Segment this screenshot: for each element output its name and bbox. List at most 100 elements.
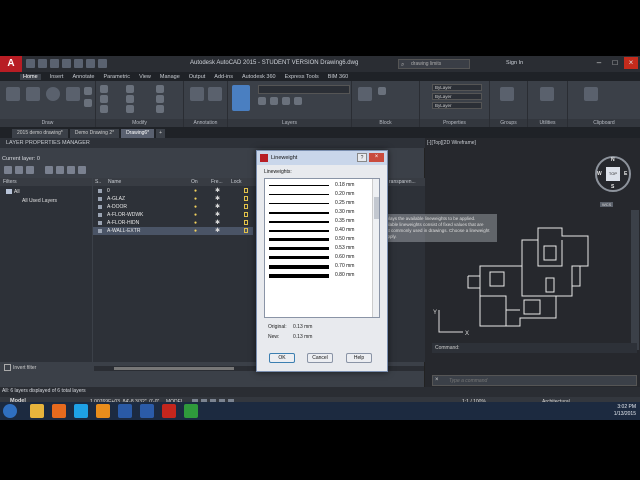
layer-properties-icon[interactable]: [232, 85, 250, 111]
lineweight-option[interactable]: 0.18 mm: [265, 181, 373, 190]
tab-add-ins[interactable]: Add-ins: [214, 74, 233, 80]
layer-states-icon[interactable]: [26, 166, 34, 174]
tab-home[interactable]: Home: [20, 73, 41, 80]
lineweight-option[interactable]: 0.25 mm: [265, 199, 373, 208]
tab-parametric[interactable]: Parametric: [103, 74, 130, 80]
tab-insert[interactable]: Insert: [50, 74, 64, 80]
filter-all[interactable]: All: [6, 189, 20, 195]
circle-icon[interactable]: [46, 87, 60, 101]
saveas-icon[interactable]: [62, 59, 71, 68]
layer-freeze-icon[interactable]: [282, 97, 290, 105]
lightbulb-icon[interactable]: ●: [194, 220, 197, 226]
create-block-icon[interactable]: [378, 87, 386, 95]
dimension-icon[interactable]: [208, 87, 222, 101]
system-tray-clock[interactable]: 3:02 PM 1/13/2015: [614, 404, 636, 418]
hatch-icon[interactable]: [84, 99, 92, 107]
color-dropdown[interactable]: ByLayer: [432, 84, 482, 91]
lineweights-list[interactable]: 0.18 mm 0.20 mm 0.25 mm 0.30 mm 0.35 mm 0.40 …: [264, 178, 380, 318]
scrollbar-thumb[interactable]: [374, 197, 379, 219]
filter-all-used-layers[interactable]: All Used Layers: [22, 198, 57, 204]
col-freeze[interactable]: Fre...: [211, 179, 223, 185]
ok-button[interactable]: OK: [269, 353, 295, 363]
insert-block-icon[interactable]: [358, 87, 372, 101]
layer-row[interactable]: A-FLOR-HIDN ● ✱: [93, 219, 253, 227]
line-icon[interactable]: [6, 87, 20, 101]
viewcube-west[interactable]: W: [597, 171, 602, 177]
autocad-logo-button[interactable]: A: [0, 56, 22, 72]
col-on[interactable]: On: [191, 179, 198, 185]
lock-icon[interactable]: [244, 204, 248, 209]
lightbulb-icon[interactable]: ●: [194, 212, 197, 218]
lineweight-dropdown[interactable]: ByLayer: [432, 93, 482, 100]
dialog-title-bar[interactable]: Lineweight: [257, 151, 387, 165]
command-input[interactable]: [449, 377, 599, 385]
arc-icon[interactable]: [66, 87, 80, 101]
dialog-close-button[interactable]: ×: [369, 153, 384, 162]
sign-in-button[interactable]: Sign In: [506, 60, 523, 66]
drawing-viewport[interactable]: [-][Top][2D Wireframe] TOP N S E W WCS Y…: [377, 138, 640, 405]
search-input[interactable]: ⌕ drawing limits: [398, 59, 470, 69]
tab-express-tools[interactable]: Express Tools: [285, 74, 319, 80]
invert-filter-checkbox[interactable]: Invert filter: [4, 364, 36, 371]
sun-icon[interactable]: ✱: [215, 219, 220, 226]
sun-icon[interactable]: ✱: [215, 195, 220, 202]
new-group-filter-icon[interactable]: [15, 166, 23, 174]
col-status[interactable]: S..: [95, 179, 101, 185]
array-icon[interactable]: [156, 105, 164, 113]
lineweight-option[interactable]: 0.80 mm: [265, 271, 373, 280]
col-lock[interactable]: Lock: [231, 179, 242, 185]
groups-panel-label[interactable]: Groups: [490, 119, 527, 127]
layer-dropdown[interactable]: [258, 85, 350, 94]
tab-bim-360[interactable]: BIM 360: [328, 74, 348, 80]
cancel-button[interactable]: Cancel: [307, 353, 333, 363]
stretch-icon[interactable]: [100, 105, 108, 113]
lightbulb-icon[interactable]: ●: [194, 228, 197, 234]
measure-icon[interactable]: [540, 87, 554, 101]
layers-panel-label[interactable]: Layers: [228, 119, 351, 127]
redo-icon[interactable]: [98, 59, 107, 68]
layer-row[interactable]: A-DOOR ● ✱: [93, 203, 253, 211]
firefox-icon[interactable]: [52, 404, 66, 418]
command-close-icon[interactable]: ×: [435, 377, 439, 383]
minimize-button[interactable]: –: [592, 57, 606, 69]
sun-icon[interactable]: ✱: [215, 211, 220, 218]
viewcube-top-face[interactable]: TOP: [606, 167, 620, 181]
acrobat-icon[interactable]: [162, 404, 176, 418]
tab-autodesk-360[interactable]: Autodesk 360: [242, 74, 276, 80]
rotate-icon[interactable]: [126, 85, 134, 93]
file-tab-demo-2[interactable]: Demo Drawing 2*: [69, 129, 120, 138]
lineweight-option[interactable]: 0.35 mm: [265, 217, 373, 226]
sun-icon[interactable]: ✱: [215, 187, 220, 194]
col-name[interactable]: Name: [108, 179, 121, 185]
word-icon[interactable]: [140, 404, 154, 418]
maximize-button[interactable]: □: [608, 57, 622, 69]
layer-row[interactable]: A-FLOR-WDWK ● ✱: [93, 211, 253, 219]
start-button[interactable]: [3, 404, 17, 418]
viewcube-east[interactable]: E: [624, 171, 627, 177]
lightbulb-icon[interactable]: ●: [194, 196, 197, 202]
file-tab-2015-demo[interactable]: 2015 demo drawing*: [12, 129, 68, 138]
group-icon[interactable]: [500, 87, 514, 101]
new-tab-button[interactable]: +: [156, 129, 166, 138]
navigation-bar[interactable]: [631, 210, 639, 350]
scale-icon[interactable]: [126, 105, 134, 113]
col-transparency[interactable]: ransparen...: [389, 179, 416, 185]
scrollbar-thumb[interactable]: [114, 367, 234, 370]
save-icon[interactable]: [50, 59, 59, 68]
lock-icon[interactable]: [244, 196, 248, 201]
camtasia-icon[interactable]: [184, 404, 198, 418]
sun-icon[interactable]: ✱: [215, 227, 220, 234]
layer-row[interactable]: 0 ● ✱: [93, 187, 253, 195]
layer-row[interactable]: A-GLAZ ● ✱: [93, 195, 253, 203]
revit-icon[interactable]: [118, 404, 132, 418]
fillet-icon[interactable]: [156, 95, 164, 103]
open-icon[interactable]: [38, 59, 47, 68]
layer-row[interactable]: A-WALL-EXTR ● ✱: [93, 227, 253, 235]
modify-panel-label[interactable]: Modify: [96, 119, 183, 127]
lock-icon[interactable]: [244, 188, 248, 193]
utilities-panel-label[interactable]: Utilities: [528, 119, 567, 127]
file-tab-drawing6[interactable]: Drawing6*: [121, 129, 155, 138]
wcs-menu[interactable]: WCS: [600, 202, 614, 207]
lineweight-option[interactable]: 0.30 mm: [265, 208, 373, 217]
mirror-icon[interactable]: [126, 95, 134, 103]
